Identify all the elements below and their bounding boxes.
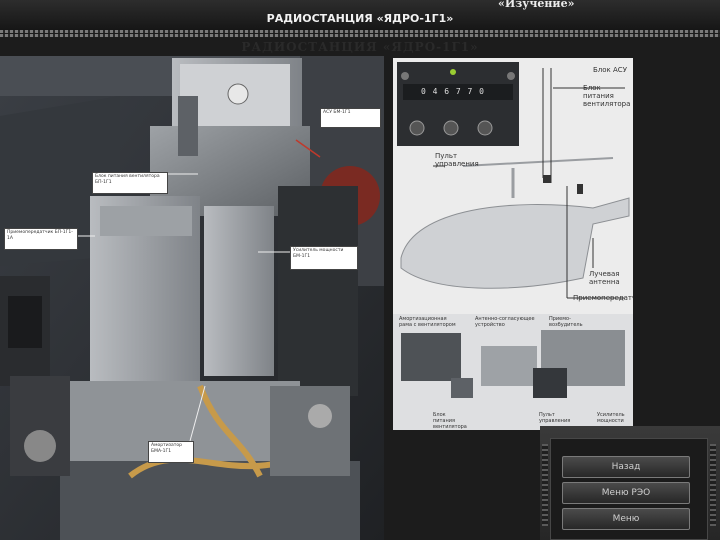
label-antenna: Амортизатор БМА-1Г1 bbox=[148, 441, 194, 463]
page-heading: РАДИОСТАНЦИЯ «ЯДРО-1Г1» bbox=[241, 40, 479, 54]
callout-asu: Блок АСУ bbox=[593, 66, 627, 74]
bottom-label-control-panel: Пульт управления bbox=[539, 412, 571, 424]
page-subtitle: РАДИОСТАНЦИЯ «ЯДРО-1Г1» bbox=[266, 12, 454, 25]
reo-menu-button-label: Меню РЭО bbox=[601, 488, 651, 498]
label-receiver: Приемопередатчик БП-1Г1-1А bbox=[4, 228, 78, 250]
reo-menu-button[interactable]: Меню РЭО bbox=[562, 482, 690, 504]
navigation-panel: Назад Меню РЭО Меню bbox=[540, 426, 720, 540]
divider-bottom bbox=[0, 34, 720, 37]
main-menu-button-label: Меню bbox=[612, 514, 640, 524]
label-asu: АСУ БМ-1Г1 bbox=[320, 108, 381, 128]
callout-transceiver: Приемопередатчик bbox=[573, 294, 633, 302]
label-power-block: Блок питания вентилятора БП-1Г1 bbox=[92, 172, 168, 194]
diagram-svg bbox=[393, 62, 633, 430]
bottom-label-receiver-exciter: Приемо-возбудитель bbox=[549, 316, 583, 328]
bottom-label-frame: Амортизационная рама с вентилятором bbox=[399, 316, 456, 328]
mode-label: «Изучение» bbox=[498, 0, 575, 10]
back-button[interactable]: Назад bbox=[562, 456, 690, 478]
back-button-label: Назад bbox=[611, 462, 641, 472]
callout-control-panel: Пульт управления bbox=[435, 152, 479, 168]
callout-antenna: Лучевая антенна bbox=[589, 270, 620, 286]
panel-grip-right bbox=[710, 444, 716, 526]
panel-grip-left bbox=[542, 444, 548, 526]
helicopter-diagram: 0 4 6 7 7 0 Блок АСУ Блок питания вентил… bbox=[393, 58, 633, 430]
bottom-label-power-amp: Усилитель мощности bbox=[597, 412, 625, 424]
bottom-label-ant-match: Антенно-согласующее устройство bbox=[475, 316, 535, 328]
label-amplifier: Усилитель мощности БМ-1Г1 bbox=[290, 246, 358, 270]
equipment-photo-svg bbox=[0, 56, 384, 540]
divider-top bbox=[0, 30, 720, 33]
main-menu-button[interactable]: Меню bbox=[562, 508, 690, 530]
equipment-photo: АСУ БМ-1Г1 Блок питания вентилятора БП-1… bbox=[0, 56, 384, 540]
control-panel-display: 0 4 6 7 7 0 bbox=[421, 87, 485, 96]
top-bar: «Изучение» РАДИОСТАНЦИЯ «ЯДРО-1Г1» bbox=[0, 0, 720, 30]
bottom-label-fan-power: Блок питания вентилятора bbox=[433, 412, 467, 430]
callout-fan-power: Блок питания вентилятора bbox=[583, 84, 631, 108]
